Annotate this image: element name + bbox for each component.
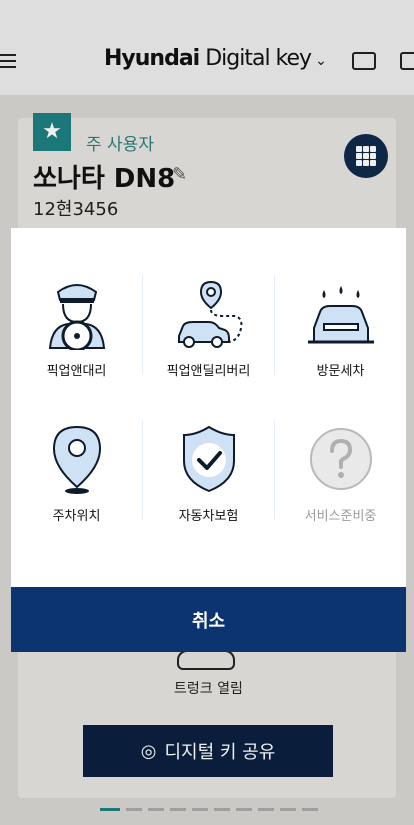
service-car-insurance[interactable]: 자동차보험 xyxy=(143,423,274,568)
service-modal: 픽업앤대리 픽업앤딜리버리 방문세차 주차위치 자동차보험 서비스준비중 취소 xyxy=(11,228,406,652)
driver-icon xyxy=(11,278,142,358)
shield-check-icon xyxy=(143,423,274,503)
delivery-route-icon xyxy=(143,278,274,358)
service-pickup-delivery[interactable]: 픽업앤딜리버리 xyxy=(143,278,274,423)
service-label: 주차위치 xyxy=(52,509,101,524)
service-label: 픽업앤딜리버리 xyxy=(166,364,251,379)
location-pin-icon xyxy=(11,423,142,503)
service-grid: 픽업앤대리 픽업앤딜리버리 방문세차 주차위치 자동차보험 서비스준비중 xyxy=(11,228,406,587)
service-label: 서비스준비중 xyxy=(304,509,377,524)
service-label: 자동차보험 xyxy=(178,509,239,524)
service-coming-soon: 서비스준비중 xyxy=(275,423,406,568)
car-wash-icon xyxy=(275,278,406,358)
service-label: 픽업앤대리 xyxy=(46,364,107,379)
cancel-button[interactable]: 취소 xyxy=(11,587,406,652)
service-parking-location[interactable]: 주차위치 xyxy=(11,423,142,568)
question-icon xyxy=(275,423,406,503)
service-label: 방문세차 xyxy=(316,364,365,379)
service-pickup-driver[interactable]: 픽업앤대리 xyxy=(11,278,142,423)
service-car-wash[interactable]: 방문세차 xyxy=(275,278,406,423)
